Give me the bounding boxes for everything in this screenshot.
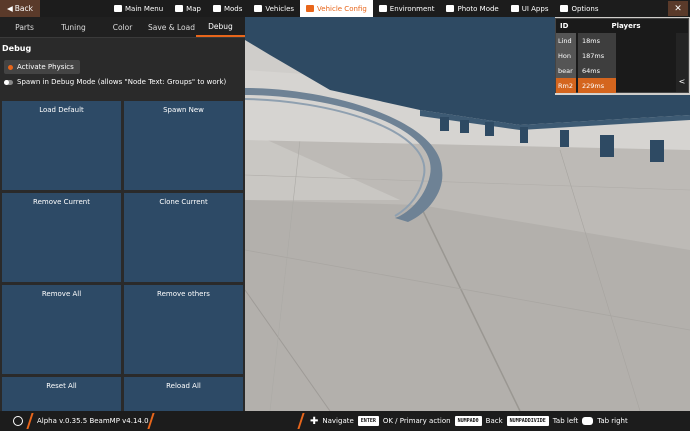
clone-current-button[interactable]: Clone Current bbox=[124, 193, 243, 282]
map-icon bbox=[175, 5, 184, 12]
player-row[interactable]: Rm2 229ms bbox=[556, 78, 688, 93]
dpad-icon: ✚ bbox=[310, 415, 319, 427]
divider bbox=[26, 413, 34, 429]
tab-debug[interactable]: Debug bbox=[196, 17, 245, 37]
apps-icon bbox=[510, 5, 519, 12]
nav-ui-apps[interactable]: UI Apps bbox=[505, 0, 555, 17]
main-nav: Main Menu Map Mods Vehicles Vehicle Conf… bbox=[108, 0, 605, 17]
player-row[interactable]: bear 64ms bbox=[556, 63, 688, 78]
hint-back: Back bbox=[485, 417, 503, 425]
hint-navigate: Navigate bbox=[322, 417, 354, 425]
activate-physics-toggle[interactable]: Activate Physics bbox=[4, 60, 80, 74]
top-navigation-bar: ◀ Back Main Menu Map Mods Vehicles Vehic… bbox=[0, 0, 690, 17]
debug-button-grid: Load Default Spawn New Remove Current Cl… bbox=[2, 101, 244, 411]
collapse-player-list-button[interactable]: < bbox=[676, 33, 688, 92]
globe-icon[interactable] bbox=[13, 416, 23, 426]
hint-tab-right: Tab right bbox=[597, 417, 628, 425]
reload-all-button[interactable]: Reload All bbox=[124, 377, 243, 411]
subtab-bar: Parts Tuning Color Save & Load Debug bbox=[0, 17, 245, 38]
load-default-button[interactable]: Load Default bbox=[2, 101, 121, 190]
numpaddivide-key-icon: NUMPADDIVIDE bbox=[506, 416, 549, 426]
menu-icon bbox=[114, 5, 122, 12]
hint-tab-left: Tab left bbox=[552, 417, 579, 425]
player-list-players-header: Players bbox=[611, 22, 641, 30]
divider bbox=[297, 413, 305, 429]
back-arrow-icon: ◀ bbox=[7, 4, 13, 13]
remove-all-button[interactable]: Remove All bbox=[2, 285, 121, 374]
switch-icon bbox=[4, 79, 13, 85]
player-row[interactable]: Lind 18ms bbox=[556, 33, 688, 48]
version-label: Alpha v.0.35.5 BeamMP v4.14.0 bbox=[37, 417, 149, 425]
radio-dot-icon bbox=[8, 64, 13, 70]
nav-vehicle-config[interactable]: Vehicle Config bbox=[300, 0, 373, 17]
nav-photo-mode[interactable]: Photo Mode bbox=[440, 0, 504, 17]
cloud-icon bbox=[378, 5, 387, 12]
gamepad-icon bbox=[582, 417, 594, 425]
mods-icon bbox=[212, 5, 221, 12]
camera-icon bbox=[446, 5, 455, 12]
control-hints: ✚ Navigate ENTER OK / Primary action NUM… bbox=[310, 411, 628, 431]
tab-color[interactable]: Color bbox=[98, 17, 147, 37]
tab-save-load[interactable]: Save & Load bbox=[147, 17, 196, 37]
close-icon: ✕ bbox=[674, 3, 682, 14]
close-button[interactable]: ✕ bbox=[668, 1, 688, 16]
nav-map[interactable]: Map bbox=[169, 0, 207, 17]
panel-title: Debug bbox=[2, 44, 32, 53]
back-label: Back bbox=[14, 4, 33, 13]
vehicle-config-panel: Parts Tuning Color Save & Load Debug Deb… bbox=[0, 17, 245, 411]
remove-others-button[interactable]: Remove others bbox=[124, 285, 243, 374]
tab-parts[interactable]: Parts bbox=[0, 17, 49, 37]
enter-key-icon: ENTER bbox=[357, 416, 379, 426]
remove-current-button[interactable]: Remove Current bbox=[2, 193, 121, 282]
nav-environment[interactable]: Environment bbox=[373, 0, 441, 17]
player-list-id-header: ID bbox=[560, 22, 569, 30]
chevron-left-icon: < bbox=[678, 77, 686, 86]
nav-options[interactable]: Options bbox=[554, 0, 604, 17]
hint-ok: OK / Primary action bbox=[382, 417, 451, 425]
tab-tuning[interactable]: Tuning bbox=[49, 17, 98, 37]
player-list: ID Players Lind 18ms Hon 187ms bear 64ms… bbox=[555, 18, 689, 93]
bottom-bar: Alpha v.0.35.5 BeamMP v4.14.0 ✚ Navigate… bbox=[0, 411, 690, 431]
numpad0-key-icon: NUMPAD0 bbox=[454, 416, 482, 426]
reset-all-button[interactable]: Reset All bbox=[2, 377, 121, 411]
nav-mods[interactable]: Mods bbox=[207, 0, 248, 17]
nav-vehicles[interactable]: Vehicles bbox=[248, 0, 300, 17]
spawn-new-button[interactable]: Spawn New bbox=[124, 101, 243, 190]
spawn-debug-toggle[interactable]: Spawn in Debug Mode (allows "Node Text: … bbox=[0, 78, 245, 86]
gear-icon bbox=[560, 5, 569, 12]
vehicle-config-icon bbox=[306, 5, 315, 12]
player-row[interactable]: Hon 187ms bbox=[556, 48, 688, 63]
nav-main-menu[interactable]: Main Menu bbox=[108, 0, 169, 17]
car-icon bbox=[254, 5, 263, 12]
back-button[interactable]: ◀ Back bbox=[0, 0, 40, 17]
